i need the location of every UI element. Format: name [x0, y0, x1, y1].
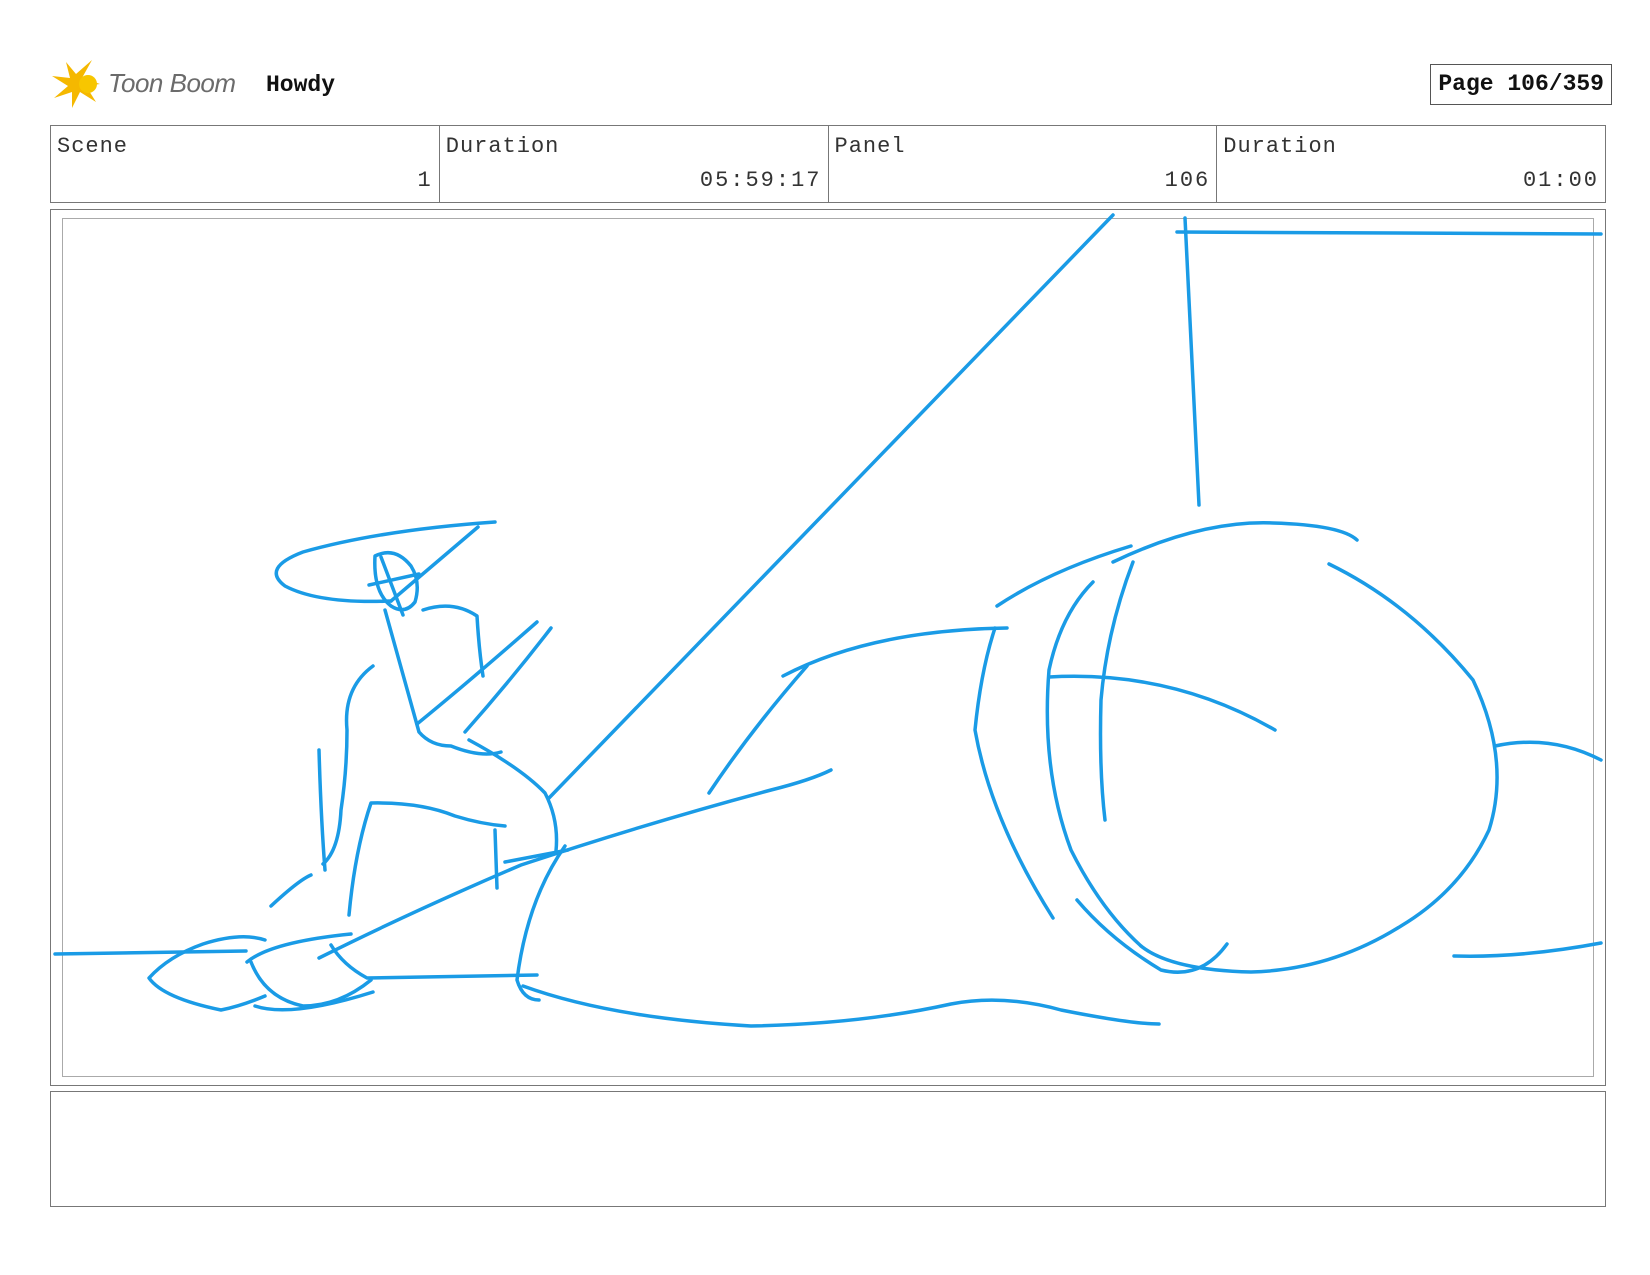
project-title: Howdy	[266, 72, 336, 98]
toon-boom-star-icon	[52, 60, 100, 108]
sketch-top-line	[1175, 230, 1603, 236]
header: Toon Boom Howdy Page 106/359	[52, 56, 1612, 112]
sketch-diagonal-line	[547, 213, 1115, 800]
sketch-floor-right	[1452, 941, 1603, 958]
scene-duration-value: 05:59:17	[699, 168, 822, 193]
scene-duration-label: Duration	[445, 134, 560, 159]
panel-info-table: Scene 1 Duration 05:59:17 Panel 106 Dura…	[50, 125, 1606, 203]
storyboard-sketch	[53, 213, 1603, 1028]
sketch-floor-left	[53, 949, 248, 956]
logo: Toon Boom	[52, 56, 252, 112]
logo-text: Toon Boom	[108, 68, 236, 98]
page-indicator: Page 106/359	[1430, 64, 1612, 105]
sketch-hat-brim	[274, 520, 497, 604]
panel-label: Panel	[834, 134, 906, 159]
panel-value: 106	[1164, 168, 1211, 193]
scene-value: 1	[417, 168, 433, 193]
scene-label: Scene	[57, 134, 129, 159]
sketch-vertical-line	[1183, 216, 1201, 507]
scene-duration-cell: Duration 05:59:17	[440, 126, 829, 202]
panel-cell: Panel 106	[829, 126, 1218, 202]
panel-duration-cell: Duration 01:00	[1217, 126, 1605, 202]
storyboard-panel-frame	[50, 209, 1606, 1086]
scene-cell: Scene 1	[51, 126, 440, 202]
panel-notes-box	[50, 1091, 1606, 1207]
panel-duration-label: Duration	[1223, 134, 1337, 159]
panel-duration-value: 01:00	[1522, 168, 1599, 193]
